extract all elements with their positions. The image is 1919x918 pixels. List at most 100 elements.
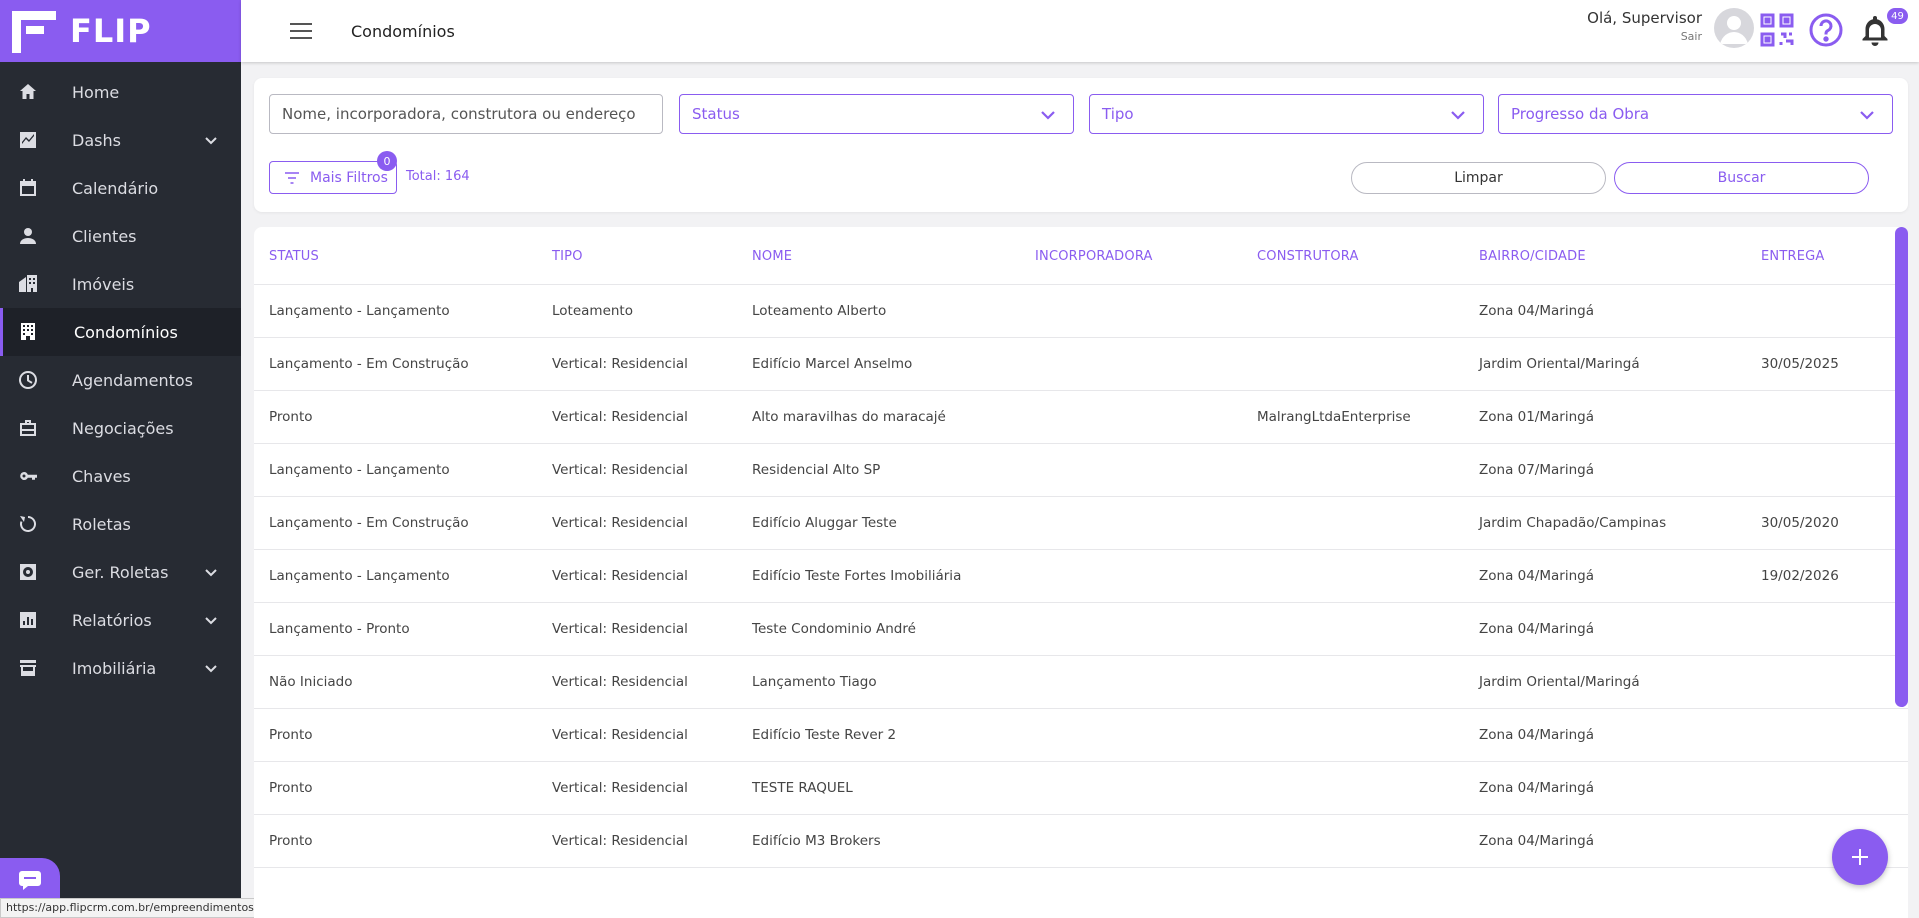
progresso-select[interactable]: Progresso da Obra — [1498, 94, 1893, 134]
table-cell: Edifício Teste Rever 2 — [752, 727, 897, 743]
table-cell: Pronto — [269, 833, 313, 849]
qr-code-icon[interactable] — [1759, 12, 1795, 48]
table-row[interactable]: Não Iniciado Vertical: Residencial Lançame… — [254, 656, 1908, 709]
table-row[interactable]: Lançamento - Pronto Vertical: Residencial… — [254, 603, 1908, 656]
column-header[interactable]: TIPO — [552, 249, 583, 264]
table-cell: Zona 04/Maringá — [1479, 833, 1594, 849]
status-select[interactable]: Status — [679, 94, 1074, 134]
add-condominio-button[interactable] — [1832, 829, 1888, 885]
logout-link[interactable]: Sair — [1587, 30, 1702, 43]
calendar-icon — [17, 177, 39, 199]
sidebar-item-chaves[interactable]: Chaves — [0, 452, 241, 500]
table-cell: Vertical: Residencial — [552, 833, 688, 849]
table-cell: Teste Condominio André — [752, 621, 916, 637]
filters-count-badge: 0 — [377, 151, 397, 171]
sidebar-item-label: Calendário — [72, 178, 159, 198]
sidebar-item-ger-roletas[interactable]: Ger. Roletas — [0, 548, 241, 596]
chevron-down-icon — [203, 660, 219, 676]
sidebar-item-label: Home — [72, 82, 120, 102]
column-header[interactable]: STATUS — [269, 249, 319, 264]
sidebar-item-imoveis[interactable]: Imóveis — [0, 260, 241, 308]
table-row[interactable]: Lançamento - Lançamento Vertical: Residen… — [254, 550, 1908, 603]
table-cell: Lançamento Tiago — [752, 674, 877, 690]
column-header[interactable]: INCORPORADORA — [1035, 249, 1153, 264]
table-row[interactable]: Pronto Vertical: Residencial Edifício M3 B… — [254, 815, 1908, 868]
table-row[interactable]: Lançamento - Lançamento Loteamento Loteame… — [254, 285, 1908, 338]
sidebar: FLIP Home Dashs Calendário Clientes Imóveis C… — [0, 0, 241, 918]
column-header[interactable]: CONSTRUTORA — [1257, 249, 1359, 264]
filter-icon — [285, 171, 299, 184]
table-cell: Loteamento Alberto — [752, 303, 887, 319]
table-cell: Vertical: Residencial — [552, 409, 688, 425]
menu-icon[interactable] — [290, 23, 312, 39]
sidebar-item-imobiliaria[interactable]: Imobiliária — [0, 644, 241, 692]
clock-icon — [17, 369, 39, 391]
table-cell: Lançamento - Lançamento — [269, 568, 450, 584]
table-cell: Vertical: Residencial — [552, 727, 688, 743]
table-cell: 19/02/2026 — [1761, 568, 1839, 584]
table-cell: Jardim Chapadão/Campinas — [1479, 515, 1667, 531]
condominios-table: STATUS TIPO NOME INCORPORADORA CONSTRUTORA BA… — [254, 227, 1908, 918]
table-cell: Lançamento - Em Construção — [269, 515, 469, 531]
clear-button[interactable]: Limpar — [1351, 162, 1606, 194]
brand-name: FLIP — [70, 12, 152, 50]
report-icon — [17, 609, 39, 631]
table-row[interactable]: Lançamento - Em Construção Vertical: Resi… — [254, 497, 1908, 550]
sidebar-item-calendario[interactable]: Calendário — [0, 164, 241, 212]
sidebar-item-dashs[interactable]: Dashs — [0, 116, 241, 164]
tipo-select[interactable]: Tipo — [1089, 94, 1484, 134]
avatar[interactable] — [1714, 8, 1754, 48]
column-header[interactable]: ENTREGA — [1761, 249, 1825, 264]
table-cell: 30/05/2025 — [1761, 356, 1839, 372]
sidebar-item-label: Agendamentos — [72, 370, 194, 390]
search-input[interactable] — [269, 94, 663, 134]
table-cell: Não Iniciado — [269, 674, 353, 690]
sidebar-item-label: Dashs — [72, 130, 121, 150]
vertical-scrollbar[interactable] — [1895, 227, 1908, 707]
table-cell: Edifício M3 Brokers — [752, 833, 881, 849]
table-cell: Pronto — [269, 727, 313, 743]
table-cell: Edifício Teste Fortes Imobiliária — [752, 568, 962, 584]
table-cell: Pronto — [269, 409, 313, 425]
sidebar-item-home[interactable]: Home — [0, 68, 241, 116]
apartment-icon — [17, 321, 39, 343]
table-cell: Zona 04/Maringá — [1479, 727, 1594, 743]
sidebar-item-negociacoes[interactable]: Negociações — [0, 404, 241, 452]
table-row[interactable]: Pronto Vertical: Residencial TESTE RAQUEL Z… — [254, 762, 1908, 815]
more-filters-button[interactable]: Mais Filtros 0 — [269, 151, 397, 194]
table-cell: Vertical: Residencial — [552, 780, 688, 796]
sidebar-item-condominios[interactable]: Condomínios — [0, 308, 241, 356]
table-cell: MalrangLtdaEnterprise — [1257, 409, 1411, 425]
tipo-select-label: Tipo — [1102, 105, 1134, 123]
sidebar-item-agendamentos[interactable]: Agendamentos — [0, 356, 241, 404]
table-cell: Edifício Aluggar Teste — [752, 515, 897, 531]
chat-button[interactable] — [0, 858, 60, 902]
table-cell: Residencial Alto SP — [752, 462, 881, 478]
table-row[interactable]: Lançamento - Lançamento Vertical: Residen… — [254, 444, 1908, 497]
table-cell: Zona 01/Maringá — [1479, 409, 1594, 425]
plus-icon — [1852, 849, 1868, 865]
table-cell: Alto maravilhas do maracajé — [752, 409, 946, 425]
progresso-select-label: Progresso da Obra — [1511, 105, 1650, 123]
logo-bar[interactable]: FLIP — [0, 0, 241, 62]
sidebar-item-relatorios[interactable]: Relatórios — [0, 596, 241, 644]
table-row[interactable]: Pronto Vertical: Residencial Edifício Test… — [254, 709, 1908, 762]
table-cell: 30/05/2020 — [1761, 515, 1839, 531]
table-cell: Pronto — [269, 780, 313, 796]
help-icon[interactable] — [1808, 12, 1844, 48]
column-header[interactable]: BAIRRO/CIDADE — [1479, 249, 1586, 264]
top-header: Condomínios Olá, Supervisor Sair 49 — [241, 0, 1919, 62]
table-row[interactable]: Lançamento - Em Construção Vertical: Resi… — [254, 338, 1908, 391]
sidebar-item-label: Clientes — [72, 226, 137, 246]
greeting: Olá, Supervisor — [1587, 9, 1702, 27]
store-icon — [17, 657, 39, 679]
flip-logo-icon — [12, 9, 56, 53]
sidebar-item-label: Ger. Roletas — [72, 562, 169, 582]
search-button[interactable]: Buscar — [1614, 162, 1869, 194]
sidebar-item-roletas[interactable]: Roletas — [0, 500, 241, 548]
column-header[interactable]: NOME — [752, 249, 792, 264]
sidebar-item-clientes[interactable]: Clientes — [0, 212, 241, 260]
table-row[interactable]: Pronto Vertical: Residencial Alto maravilh… — [254, 391, 1908, 444]
table-cell: Vertical: Residencial — [552, 621, 688, 637]
chevron-down-icon — [1858, 106, 1876, 124]
